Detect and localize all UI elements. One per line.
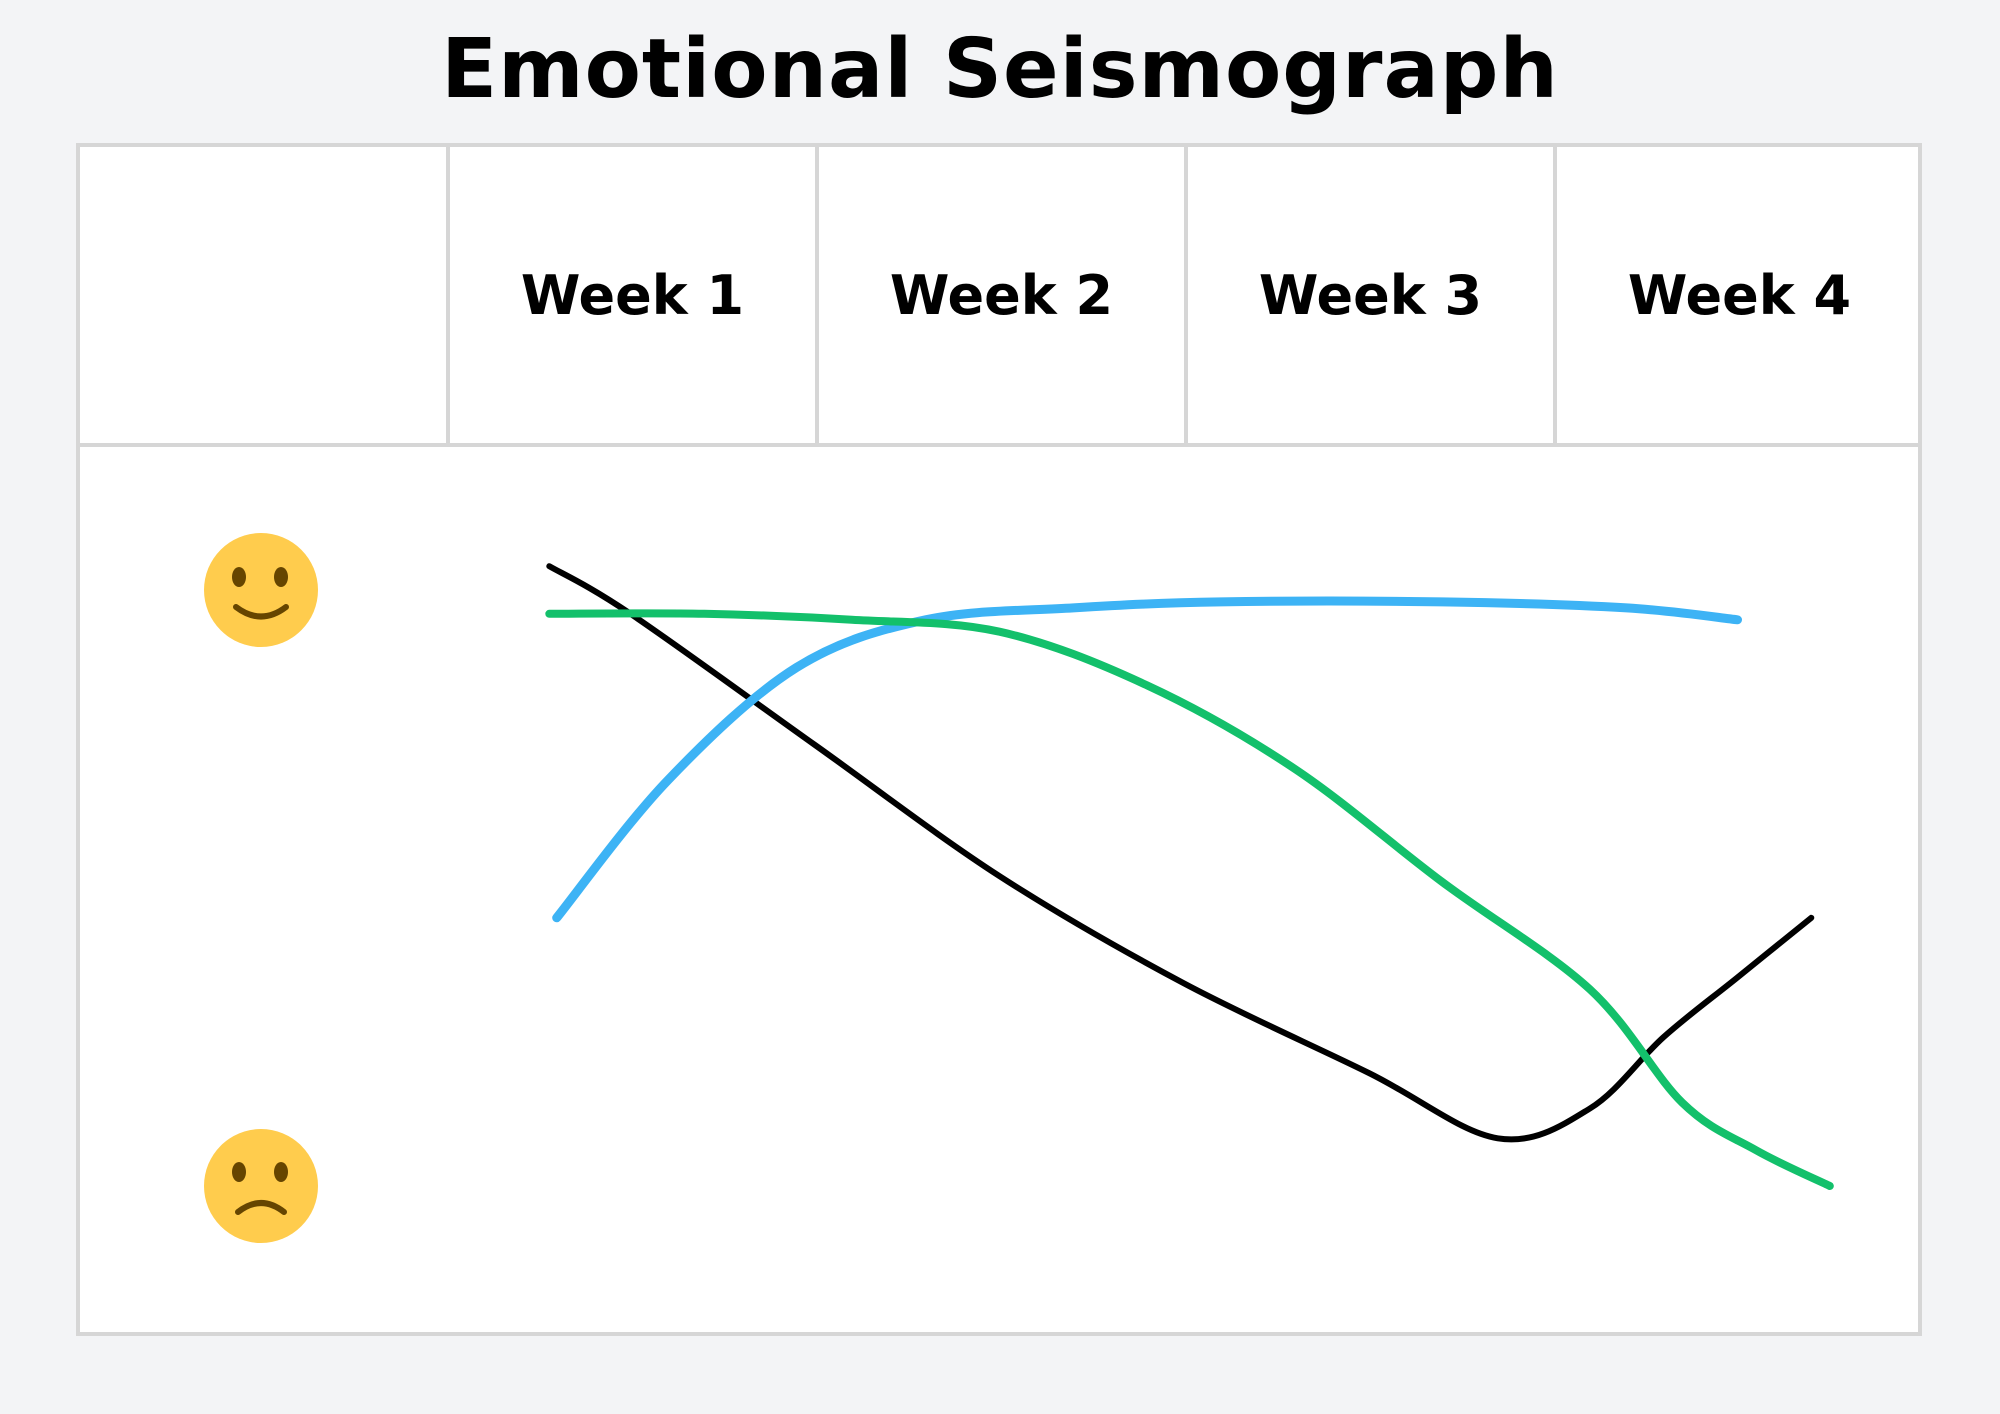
series-line-1 <box>546 563 1815 1143</box>
chart-plot <box>204 533 1834 1243</box>
smiling-face-icon <box>204 533 318 647</box>
series-line-3 <box>545 609 1834 1190</box>
series-line-2 <box>552 596 1742 923</box>
frowning-face-icon <box>204 1129 318 1243</box>
